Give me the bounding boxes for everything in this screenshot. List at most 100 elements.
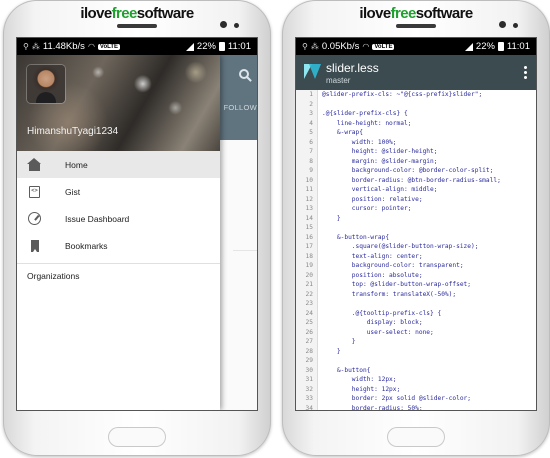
phone-speaker [396,24,436,28]
line-code: line-height: normal; [322,119,412,127]
battery-icon [497,42,504,51]
menu-item-label: Issue Dashboard [65,213,130,224]
line-number: 26 [296,327,318,337]
line-code: background-color: transparent; [322,262,464,269]
line-code: background-color: @border-color-split; [322,167,494,174]
code-line: 34 border-radius: 50%; [296,403,536,410]
phone-camera [220,21,227,28]
network-speed: 11.48Kb/s [42,41,85,52]
code-line: 6 width: 100%; [296,137,536,147]
code-line: 3 .@{slider-prefix-cls} { [296,109,536,119]
watermark: ilovefreesoftware [3,5,271,22]
battery-percent: 22% [196,41,216,52]
line-number: 22 [296,289,318,299]
home-button[interactable] [387,427,445,447]
menu-item-label: Gist [65,186,81,197]
watermark-mid: free [390,5,417,22]
line-number: 21 [296,280,318,290]
gist-icon: <> [27,184,43,200]
code-line: 23 [296,299,536,309]
home-icon [27,157,43,173]
code-line: 24 .@{tooltip-prefix-cls} { [296,308,536,318]
cell-signal-icon [464,42,473,51]
code-line: 28 } [296,346,536,356]
line-number: 28 [296,346,318,356]
organizations-section[interactable]: Organizations [17,264,220,288]
code-line: 7 height: @slider-height; [296,147,536,157]
line-number: 29 [296,356,318,366]
line-number: 5 [296,128,318,138]
volte-badge: VoLTE [97,43,121,50]
line-code: border: 2px solid @slider-color; [322,395,472,402]
follow-tab[interactable]: FOLLOW [224,103,257,112]
line-number: 12 [296,194,318,204]
line-number: 19 [296,261,318,271]
volte-badge: VoLTE [372,43,395,50]
menu-item-bookmarks[interactable]: Bookmarks [17,232,220,259]
line-number: 4 [296,118,318,128]
clock: 11:01 [227,41,251,52]
watermark-mid: free [111,5,138,22]
line-code: &-button{ [322,366,371,374]
line-number: 25 [296,318,318,328]
line-number: 15 [296,223,318,233]
cell-signal-icon [185,42,194,51]
code-line: 30 &-button{ [296,365,536,375]
editor-toolbar: slider.less master [296,55,536,90]
home-button[interactable] [108,427,166,447]
menu-item-issue-dashboard[interactable]: Issue Dashboard [17,205,220,232]
wifi-icon: ◠ [87,42,95,51]
line-code: } [322,347,341,355]
code-line: 18 text-align: center; [296,251,536,261]
code-line: 10 border-radius: @btn-border-radius-sma… [296,175,536,185]
code-line: 2 [296,99,536,110]
line-code: width: 12px; [322,376,397,383]
status-bar: ⚲ ⁂ 11.48Kb/s ◠ VoLTE 22% 11:01 [17,38,257,55]
avatar[interactable] [27,65,65,103]
line-number: 1 [296,90,318,100]
network-speed: 0.05Kb/s [321,41,360,52]
line-number: 16 [296,232,318,242]
right-phone: ilovefreesoftware ⚲ ⁂ 0.05Kb/s ◠ VoLTE 2… [282,0,550,456]
code-line: 32 height: 12px; [296,384,536,394]
battery-percent: 22% [475,41,495,52]
app-logo-icon [304,64,321,79]
file-title: slider.less [326,61,379,75]
watermark-post: software [136,5,194,22]
line-code: vertical-align: middle; [322,186,438,193]
phone-sensor [234,23,239,28]
right-screen: ⚲ ⁂ 0.05Kb/s ◠ VoLTE 22% 11:01 slider.le… [296,38,536,410]
code-line: 14 } [296,213,536,223]
code-line: 26 user-select: none; [296,327,536,337]
code-viewer[interactable]: 1 @slider-prefix-cls: ~"@{css-prefix}slid… [296,90,536,410]
line-number: 14 [296,213,318,223]
code-line: 12 position: relative; [296,194,536,204]
line-number: 31 [296,375,318,385]
line-number: 23 [296,299,318,309]
search-icon[interactable] [239,69,249,79]
line-number: 34 [296,403,318,410]
line-code: text-align: center; [322,252,423,260]
signal-dots-icon: ⁂ [310,42,319,51]
phone-camera [499,21,506,28]
watermark-pre: ilove [359,5,391,22]
line-number: 17 [296,242,318,252]
watermark-post: software [415,5,473,22]
more-options-icon[interactable] [524,66,527,79]
menu-item-gist[interactable]: <> Gist [17,178,220,205]
line-number: 18 [296,251,318,261]
line-code: .square(@slider-button-wrap-size); [322,243,479,250]
battery-icon [218,42,225,51]
code-line: 33 border: 2px solid @slider-color; [296,394,536,404]
menu-item-label: Home [65,159,88,170]
line-code: margin: @slider-margin; [322,157,438,165]
line-code: display: block; [322,319,423,326]
line-number: 33 [296,394,318,404]
bookmark-icon [27,238,43,254]
code-line: 5 &-wrap{ [296,128,536,138]
line-number: 30 [296,365,318,375]
line-code: .@{tooltip-prefix-cls} { [322,309,442,317]
drawer-menu: Home <> Gist Issue Dashboard Bookmarks O… [17,151,220,288]
menu-item-home[interactable]: Home [17,151,220,178]
